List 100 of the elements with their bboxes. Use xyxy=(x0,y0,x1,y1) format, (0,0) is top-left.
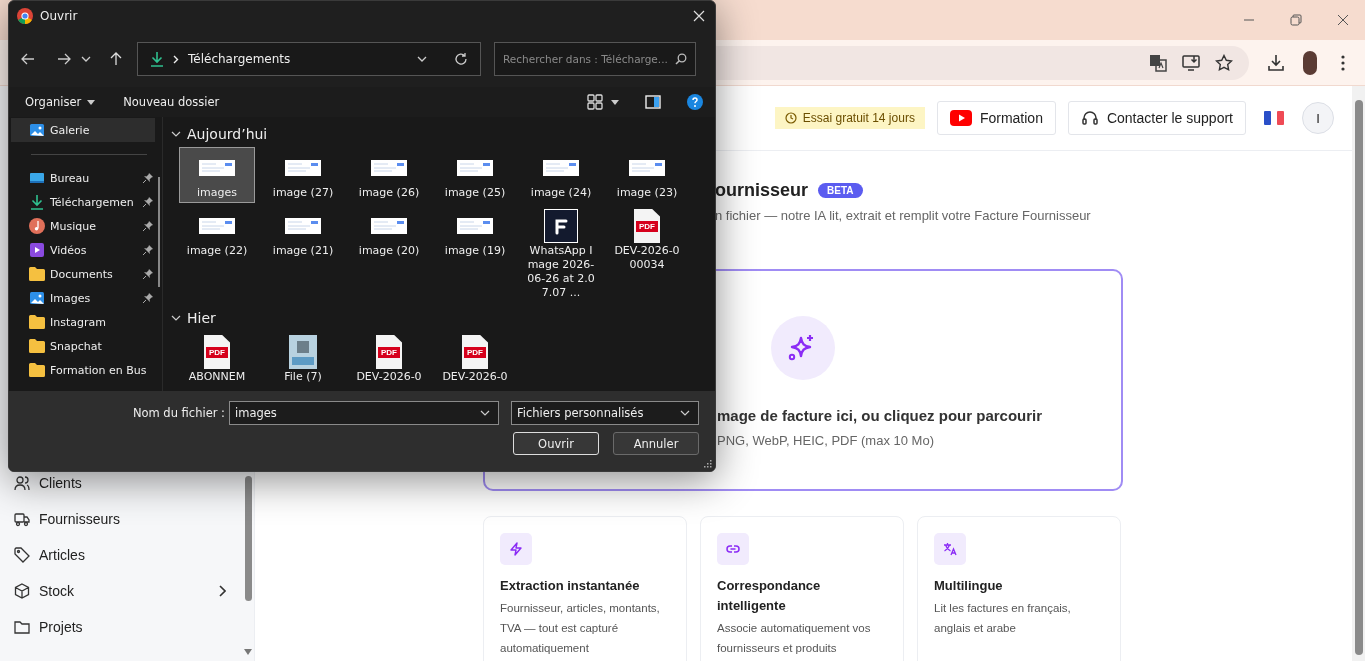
file-item[interactable]: image (22) xyxy=(179,205,255,303)
chevron-down-icon[interactable] xyxy=(417,56,427,62)
chevron-down-icon xyxy=(680,410,690,416)
chevron-down-icon[interactable] xyxy=(81,56,91,62)
forward-arrow-icon[interactable] xyxy=(57,53,71,65)
download-icon[interactable] xyxy=(1267,53,1285,72)
download-icon xyxy=(29,194,45,210)
trial-badge: Essai gratuit 14 jours xyxy=(774,107,925,129)
file-item[interactable]: image (21) xyxy=(265,205,341,303)
install-icon[interactable] xyxy=(1182,53,1200,72)
caret-icon[interactable] xyxy=(611,99,619,105)
back-arrow-icon[interactable] xyxy=(21,53,35,65)
scrollbar-thumb[interactable] xyxy=(157,177,160,287)
image-thumbnail xyxy=(457,160,493,176)
video-icon xyxy=(29,242,45,258)
clock-icon xyxy=(784,112,797,124)
file-item[interactable]: image (24) xyxy=(523,147,599,203)
beta-badge: BETA xyxy=(818,182,863,198)
image-thumbnail xyxy=(543,160,579,176)
folder-icon xyxy=(29,363,45,377)
scrollbar-thumb[interactable] xyxy=(1354,100,1363,655)
truck-icon xyxy=(14,511,30,527)
file-item[interactable]: image (20) xyxy=(351,205,427,303)
file-item[interactable]: image (26) xyxy=(351,147,427,203)
folder-icon xyxy=(29,315,45,329)
file-item[interactable]: File (7) xyxy=(265,331,341,387)
headset-icon xyxy=(1080,109,1099,127)
restore-icon[interactable] xyxy=(1290,14,1302,26)
chevron-down-icon xyxy=(171,315,181,321)
sidebar-item[interactable]: Projets xyxy=(14,609,230,645)
open-button[interactable]: Ouvrir xyxy=(513,432,599,455)
organize-menu-button[interactable]: Organiser xyxy=(17,93,104,111)
navigation-item[interactable]: Vidéos xyxy=(9,238,155,262)
preview-pane-icon[interactable] xyxy=(645,95,661,109)
file-item[interactable]: image (23) xyxy=(609,147,685,203)
pdf-file-icon: PDF xyxy=(204,335,230,369)
flag-icon[interactable] xyxy=(1264,111,1284,125)
navigation-item[interactable]: Formation en Bus xyxy=(9,358,155,382)
sidebar-item[interactable]: Fournisseurs xyxy=(14,501,230,537)
help-icon[interactable] xyxy=(687,94,703,110)
folder-icon xyxy=(29,267,45,281)
training-button[interactable]: Formation xyxy=(936,101,1056,135)
file-item[interactable]: images xyxy=(179,147,255,203)
scrollbar-thumb[interactable] xyxy=(244,476,252,601)
app-logo-icon xyxy=(544,209,578,243)
navigation-item[interactable]: Images xyxy=(9,286,155,310)
sparkle-icon xyxy=(771,316,835,380)
dialog-title: Ouvrir xyxy=(40,9,79,23)
up-arrow-icon[interactable] xyxy=(110,52,122,66)
chevron-down-icon xyxy=(480,410,490,416)
sidebar-item[interactable]: Clients xyxy=(14,465,230,501)
navigation-item[interactable]: Musique xyxy=(9,214,155,238)
folder-icon xyxy=(14,619,30,635)
chevron-right-icon xyxy=(173,54,179,64)
image-thumbnail xyxy=(199,218,235,234)
image-thumbnail xyxy=(285,218,321,234)
feature-description: Lit les factures en français, anglais et arabe xyxy=(934,601,1072,636)
navigation-item[interactable]: Snapchat xyxy=(9,334,155,358)
file-item[interactable]: image (27) xyxy=(265,147,341,203)
support-button[interactable]: Contacter le support xyxy=(1067,101,1246,135)
filename-label: Nom du fichier : xyxy=(132,406,225,420)
navigation-item[interactable]: Instagram xyxy=(9,310,155,334)
file-item[interactable]: image (25) xyxy=(437,147,513,203)
menu-icon[interactable] xyxy=(1341,54,1345,71)
navigation-item[interactable]: Téléchargemen xyxy=(9,190,155,214)
download-icon xyxy=(150,51,164,67)
scroll-down-icon[interactable] xyxy=(244,649,252,655)
cancel-button[interactable]: Annuler xyxy=(613,432,699,455)
refresh-icon[interactable] xyxy=(454,52,468,66)
new-folder-button[interactable]: Nouveau dossier xyxy=(115,93,228,111)
folder-icon xyxy=(29,339,45,353)
page-subtitle: n fichier — notre IA lit, extrait et remplit votre Facture Fournisseur xyxy=(714,208,1092,223)
image-thumbnail xyxy=(371,218,407,234)
navigation-item[interactable]: Galerie xyxy=(11,118,155,142)
translate-icon[interactable] xyxy=(1149,53,1167,72)
navigation-item[interactable]: Documents xyxy=(9,262,155,286)
close-icon[interactable] xyxy=(1337,14,1349,26)
file-type-dropdown[interactable]: Fichiers personnalisés xyxy=(511,401,699,425)
profile-avatar[interactable] xyxy=(1303,50,1317,75)
page-title: ournisseur xyxy=(715,179,809,201)
navigation-item[interactable]: Bureau xyxy=(9,166,155,190)
file-item[interactable]: PDF ABONNEM xyxy=(179,331,255,387)
path-field[interactable]: Téléchargements xyxy=(137,42,481,76)
play-icon xyxy=(949,110,972,126)
file-item[interactable]: PDF DEV-2026-0 xyxy=(351,331,427,387)
grid-view-icon[interactable] xyxy=(587,94,603,110)
star-icon[interactable] xyxy=(1215,53,1233,72)
group-header[interactable]: Aujourd’hui xyxy=(171,123,707,145)
feature-description: Associe automatiquement vos fournisseurs et produits xyxy=(717,621,872,656)
sidebar-item[interactable]: Stock xyxy=(14,573,230,609)
resize-grip-icon[interactable] xyxy=(704,460,712,468)
pdf-file-icon: PDF xyxy=(462,335,488,369)
filename-field[interactable]: images xyxy=(229,401,499,425)
search-field[interactable]: Rechercher dans : Télécharge... xyxy=(494,42,696,76)
sidebar-item[interactable]: Articles xyxy=(14,537,230,573)
user-avatar[interactable]: I xyxy=(1302,102,1334,134)
drop-zone-title: mage de facture ici, ou cliquez pour parcourir xyxy=(717,407,1043,424)
pdf-file-icon: PDF xyxy=(634,209,660,243)
drop-zone-hint: PNG, WebP, HEIC, PDF (max 10 Mo) xyxy=(717,433,934,448)
image-thumbnail xyxy=(285,160,321,176)
